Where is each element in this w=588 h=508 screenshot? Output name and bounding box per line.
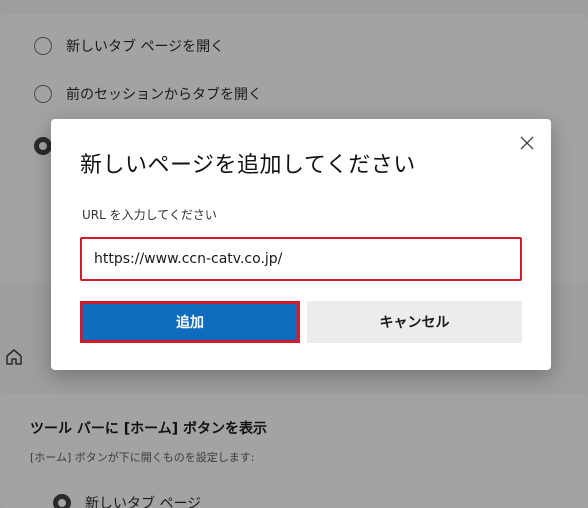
url-field-label: URL を入力してください (82, 208, 217, 222)
radio-option-label: 新しいタブ ページを開く (66, 39, 225, 55)
radio-option-home-new-tab[interactable]: 新しいタブ ページ (53, 491, 201, 508)
home-icon (4, 347, 24, 367)
radio-option-label: 前のセッションからタブを開く (66, 87, 262, 103)
add-button[interactable]: 追加 (80, 301, 300, 343)
radio-button[interactable] (34, 85, 52, 103)
toolbar-home-description: [ホーム] ボタンが下に開くものを設定します: (30, 451, 255, 464)
add-page-dialog: 新しいページを追加してください URL を入力してください 追加 キャンセル (51, 119, 551, 370)
close-button[interactable] (511, 127, 543, 159)
radio-option-previous-session[interactable]: 前のセッションからタブを開く (34, 82, 262, 106)
radio-button-checked[interactable] (53, 494, 71, 508)
url-input[interactable] (94, 251, 508, 267)
radio-button-checked[interactable] (34, 137, 52, 155)
url-input-container[interactable] (80, 237, 522, 281)
radio-button[interactable] (34, 37, 52, 55)
dialog-title: 新しいページを追加してください (80, 153, 416, 178)
toolbar-home-heading: ツール バーに [ホーム] ボタンを表示 (30, 421, 267, 437)
radio-option-new-tab[interactable]: 新しいタブ ページを開く (34, 34, 224, 58)
radio-option-label: 新しいタブ ページ (85, 496, 202, 508)
close-icon (520, 136, 534, 150)
cancel-button[interactable]: キャンセル (307, 301, 522, 343)
